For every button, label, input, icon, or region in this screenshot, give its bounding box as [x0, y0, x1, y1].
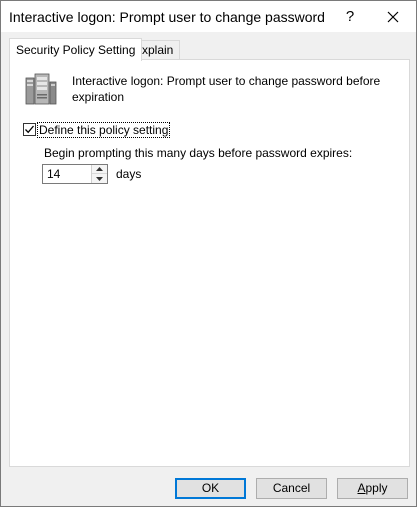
spinner-buttons — [91, 165, 107, 183]
days-input[interactable]: 14 — [47, 167, 60, 181]
close-button[interactable] — [370, 1, 416, 32]
define-policy-checkbox[interactable] — [23, 123, 36, 136]
policy-dialog: Interactive logon: Prompt user to change… — [0, 0, 417, 507]
apply-access-key: A — [357, 481, 366, 495]
days-unit-label: days — [116, 167, 142, 181]
help-button[interactable]: ? — [331, 1, 369, 32]
tab-security-policy-setting[interactable]: Security Policy Setting — [9, 38, 143, 61]
days-spinner[interactable]: 14 — [42, 164, 108, 184]
policy-description: Interactive logon: Prompt user to change… — [72, 74, 381, 104]
checkmark-icon — [25, 125, 34, 134]
prompt-days-label: Begin prompting this many days before pa… — [44, 146, 353, 160]
arrow-down-icon — [96, 176, 103, 181]
apply-label-rest: pply — [365, 481, 388, 495]
spin-down-button[interactable] — [92, 174, 107, 183]
ok-button[interactable]: OK — [175, 478, 246, 499]
spin-up-button[interactable] — [92, 165, 107, 174]
close-icon — [387, 11, 399, 22]
define-policy-label[interactable]: Define this policy setting — [36, 121, 171, 138]
apply-button[interactable]: Apply — [337, 478, 408, 499]
tab-panel: Interactive logon: Prompt user to change… — [9, 59, 410, 467]
title-bar: Interactive logon: Prompt user to change… — [1, 1, 416, 32]
define-policy-row[interactable]: Define this policy setting — [23, 121, 171, 138]
server-icon — [25, 73, 57, 105]
arrow-up-icon — [96, 167, 103, 171]
window-title: Interactive logon: Prompt user to change… — [9, 9, 327, 25]
cancel-button[interactable]: Cancel — [256, 478, 327, 499]
